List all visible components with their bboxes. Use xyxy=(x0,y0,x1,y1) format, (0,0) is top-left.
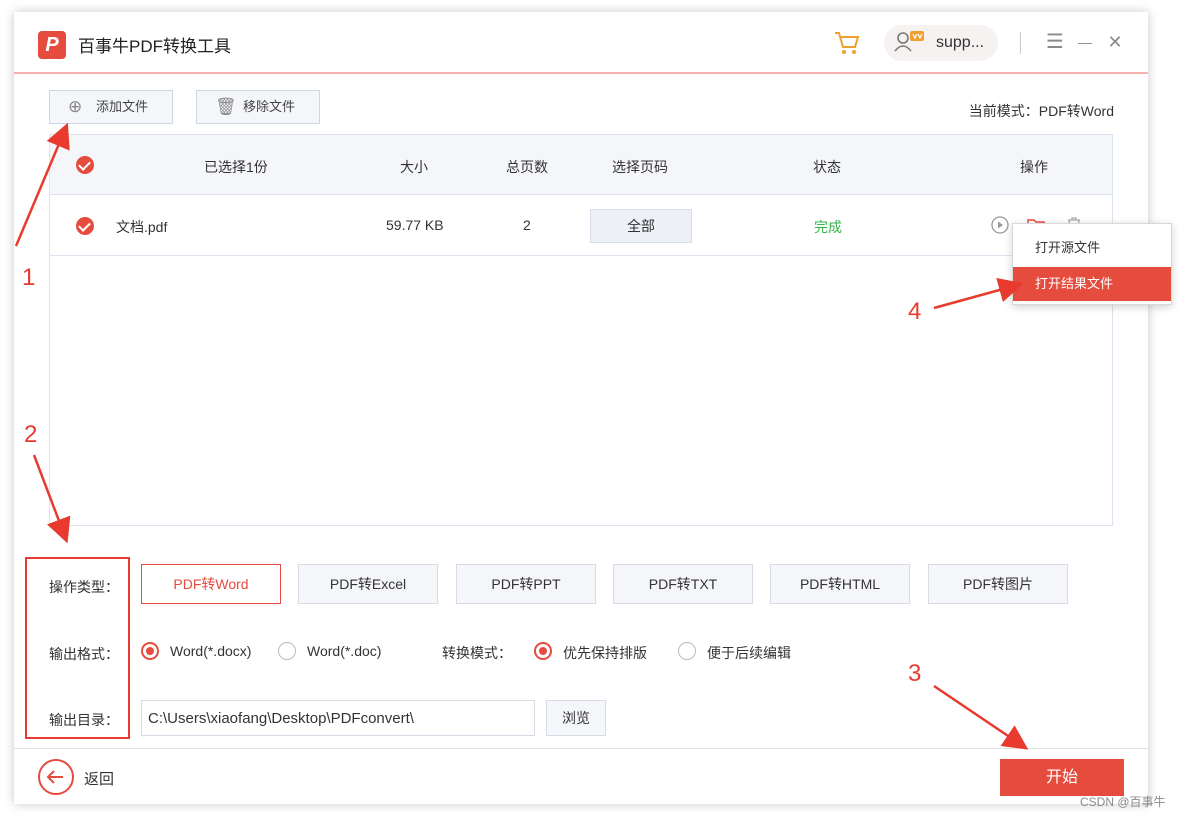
trash-icon: 🗑 xyxy=(215,97,237,116)
format-docx-radio[interactable] xyxy=(141,642,159,660)
annotation-number-4: 4 xyxy=(908,298,922,325)
mode-keep-layout-radio[interactable] xyxy=(534,642,552,660)
header-status: 状态 xyxy=(813,159,841,175)
pdf-to-html-button[interactable]: PDF转HTML xyxy=(770,564,910,604)
user-name: supp... xyxy=(936,34,985,51)
pdf-to-excel-button[interactable]: PDF转Excel xyxy=(298,564,438,604)
minimize-button[interactable]: — xyxy=(1074,30,1096,54)
menu-item-open-result[interactable]: 打开结果文件 xyxy=(1013,267,1171,301)
title-bar: P 百事牛PDF转换工具 supp... ☰ — ✕ xyxy=(14,12,1148,74)
status-text: 完成 xyxy=(814,219,842,235)
select-all-checkbox[interactable] xyxy=(76,156,94,174)
header-size: 大小 xyxy=(400,159,428,175)
add-file-button[interactable]: ⊕ 添加文件 xyxy=(49,90,173,124)
format-doc-radio[interactable] xyxy=(278,642,296,660)
page-range-button[interactable]: 全部 xyxy=(590,209,692,243)
mode-keep-layout-label: 优先保持排版 xyxy=(563,645,647,661)
mode-editable-radio[interactable] xyxy=(678,642,696,660)
add-file-label: 添加文件 xyxy=(96,99,149,114)
table-header: 已选择1份 大小 总页数 选择页码 状态 操作 xyxy=(50,135,1112,195)
pdf-to-ppt-button[interactable]: PDF转PPT xyxy=(456,564,596,604)
format-docx-label: Word(*.docx) xyxy=(170,643,252,659)
menu-item-open-source[interactable]: 打开源文件 xyxy=(1013,231,1171,265)
user-vip-icon xyxy=(894,31,924,52)
app-logo: P xyxy=(38,31,66,59)
file-size: 59.77 KB xyxy=(386,217,444,233)
pdf-to-image-button[interactable]: PDF转图片 xyxy=(928,564,1068,604)
header-actions: 操作 xyxy=(1020,159,1048,175)
remove-file-button[interactable]: 🗑 移除文件 xyxy=(196,90,320,124)
browse-button[interactable]: 浏览 xyxy=(546,700,606,736)
mode-editable-label: 便于后续编辑 xyxy=(707,645,791,661)
start-button[interactable]: 开始 xyxy=(1000,759,1124,796)
output-dir-input[interactable] xyxy=(141,700,535,736)
plus-circle-icon: ⊕ xyxy=(68,97,83,116)
app-title: 百事牛PDF转换工具 xyxy=(78,37,231,56)
file-pages: 2 xyxy=(523,217,531,233)
screenshot-canvas: P 百事牛PDF转换工具 supp... ☰ — ✕ ⊕ 添加文件 🗑 移除文件… xyxy=(0,0,1194,818)
current-mode: 当前模式：PDF转Word xyxy=(968,103,1114,119)
back-label[interactable]: 返回 xyxy=(84,768,114,789)
back-arrow-icon[interactable] xyxy=(38,759,74,795)
annotation-number-2: 2 xyxy=(24,421,38,448)
play-icon[interactable] xyxy=(990,215,1010,235)
close-button[interactable]: ✕ xyxy=(1104,30,1126,54)
pdf-to-word-button[interactable]: PDF转Word xyxy=(141,564,281,604)
pdf-to-txt-button[interactable]: PDF转TXT xyxy=(613,564,753,604)
file-table: 已选择1份 大小 总页数 选择页码 状态 操作 文档.pdf 59.77 KB … xyxy=(49,134,1113,526)
format-doc-label: Word(*.doc) xyxy=(307,643,382,659)
title-separator xyxy=(1020,32,1021,54)
annotation-box xyxy=(25,557,130,739)
annotation-number-3: 3 xyxy=(908,660,922,687)
watermark: CSDN @百事牛 xyxy=(1080,795,1166,809)
user-account-button[interactable]: supp... xyxy=(884,25,998,61)
menu-icon[interactable]: ☰ xyxy=(1044,30,1066,54)
file-name: 文档.pdf xyxy=(116,219,168,235)
context-menu: 打开源文件 打开结果文件 xyxy=(1012,223,1172,305)
header-pages: 总页数 xyxy=(506,159,548,175)
cart-icon[interactable] xyxy=(832,28,862,58)
remove-file-label: 移除文件 xyxy=(243,99,296,114)
conversion-mode-label: 转换模式： xyxy=(442,645,512,661)
header-page-range: 选择页码 xyxy=(612,159,668,175)
row-checkbox[interactable] xyxy=(76,217,94,235)
footer-divider xyxy=(14,748,1148,749)
table-row[interactable]: 文档.pdf 59.77 KB 2 全部 完成 xyxy=(50,195,1112,256)
app-window: P 百事牛PDF转换工具 supp... ☰ — ✕ ⊕ 添加文件 🗑 移除文件… xyxy=(14,12,1148,804)
annotation-number-1: 1 xyxy=(22,264,36,291)
header-selected: 已选择1份 xyxy=(204,159,268,175)
